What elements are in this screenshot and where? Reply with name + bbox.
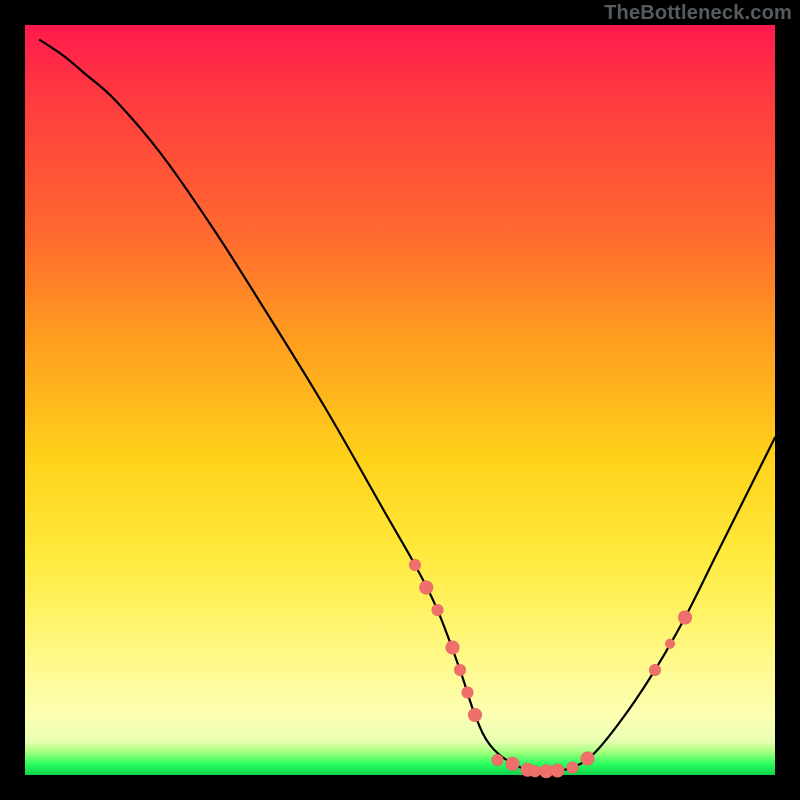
- marker-layer: [409, 559, 692, 778]
- data-marker: [649, 664, 661, 676]
- chart-frame: TheBottleneck.com: [0, 0, 800, 800]
- plot-area: [25, 25, 775, 775]
- data-marker: [454, 664, 466, 676]
- data-marker: [446, 641, 460, 655]
- watermark-text: TheBottleneck.com: [604, 2, 792, 25]
- data-marker: [409, 559, 421, 571]
- data-marker: [567, 762, 579, 774]
- data-marker: [551, 764, 565, 778]
- data-marker: [419, 581, 433, 595]
- data-marker: [462, 687, 474, 699]
- data-marker: [665, 639, 675, 649]
- chart-svg: [25, 25, 775, 775]
- data-marker: [492, 754, 504, 766]
- data-marker: [432, 604, 444, 616]
- data-marker: [678, 611, 692, 625]
- bottleneck-curve: [40, 40, 775, 772]
- data-marker: [581, 752, 595, 766]
- data-marker: [506, 757, 520, 771]
- data-marker: [468, 708, 482, 722]
